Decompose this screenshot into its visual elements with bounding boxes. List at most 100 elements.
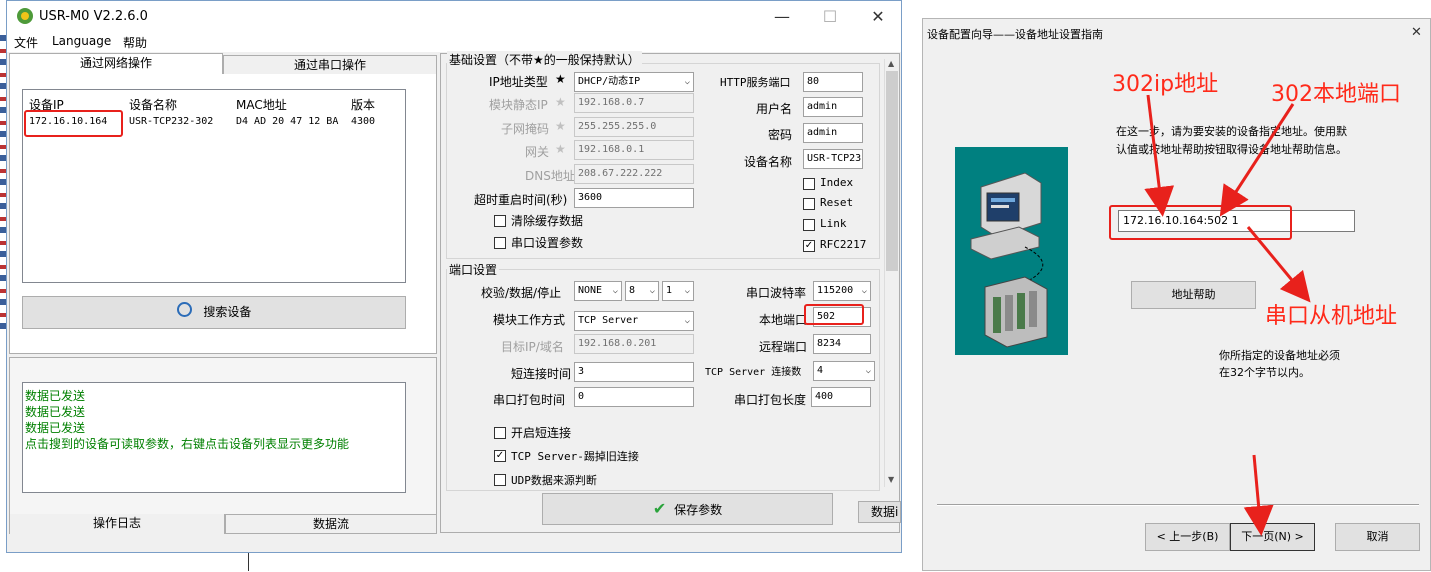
tab-network[interactable]: 通过网络操作 [9, 53, 223, 75]
parity-label: 校验/数据/停止 [481, 286, 562, 300]
short-conn-label: 短连接时间 [511, 367, 572, 381]
timeout-label: 超时重启时间(秒) [474, 193, 568, 207]
clear-cache-label: 清除缓存数据 [511, 214, 584, 228]
cell-mac: D4 AD 20 47 12 BA [236, 116, 339, 127]
device-name-field[interactable]: USR-TCP23 [803, 149, 863, 169]
stopbits-select[interactable]: 1 ⌵ [662, 281, 694, 301]
menu-bar: 文件 Language 帮助 [7, 32, 901, 52]
tab-operation-log[interactable]: 操作日志 [9, 514, 225, 534]
search-button-label: 搜索设备 [203, 305, 252, 319]
log-line: 点击搜到的设备可读取参数，右键点击设备列表显示更多功能 [25, 437, 350, 451]
username-label: 用户名 [756, 102, 793, 116]
scroll-up-icon[interactable]: ▲ [888, 59, 894, 68]
tab-serial[interactable]: 通过串口操作 [223, 55, 437, 75]
conn-count-label: TCP Server 连接数 [705, 367, 802, 378]
col-mac[interactable]: MAC地址 [236, 96, 287, 113]
short-conn-checkbox[interactable] [494, 427, 506, 439]
dns-field[interactable]: 208.67.222.222 [574, 164, 694, 184]
udp-source-checkbox[interactable] [494, 474, 506, 486]
mask-field[interactable]: 255.255.255.0 [574, 117, 694, 137]
check-icon: ✔ [652, 499, 667, 518]
username-field[interactable]: admin [803, 97, 863, 117]
remote-port-field[interactable]: 8234 [813, 334, 871, 354]
scroll-thumb[interactable] [886, 71, 898, 271]
maximize-button[interactable]: ☐ [807, 1, 853, 32]
settings-scrollbar[interactable]: ▲ ▼ [884, 59, 899, 487]
search-icon [176, 302, 192, 317]
col-version[interactable]: 版本 [351, 96, 375, 113]
udp-source-option: UDP数据来源判断 [511, 474, 597, 487]
log-box[interactable]: 数据已发送 数据已发送 数据已发送 点击搜到的设备可读取参数，右键点击设备列表显… [22, 382, 406, 493]
basic-group-title: 基础设置（不带★的一般保持默认） [447, 51, 642, 68]
window-title: USR-M0 V2.2.6.0 [39, 9, 148, 24]
index-checkbox[interactable] [803, 178, 815, 190]
pack-len-field[interactable]: 400 [811, 387, 871, 407]
menu-file[interactable]: 文件 [14, 34, 38, 51]
serial-params-label: 串口设置参数 [511, 236, 584, 250]
parity-select[interactable]: NONE ⌵ [574, 281, 622, 301]
local-port-label: 本地端口 [759, 313, 808, 327]
pack-time-field[interactable]: 0 [574, 387, 694, 407]
required-star: ★ [555, 142, 566, 156]
reset-label: Reset [820, 196, 854, 209]
clear-cache-checkbox[interactable] [494, 215, 506, 227]
baud-select[interactable]: 115200 ⌵ [813, 281, 871, 301]
log-line: 数据已发送 [25, 389, 86, 403]
target-label: 目标IP/域名 [501, 340, 564, 354]
port-group-title: 端口设置 [447, 261, 500, 278]
mask-label: 子网掩码 [501, 122, 550, 136]
databits-select[interactable]: 8 ⌵ [625, 281, 659, 301]
device-name-label: 设备名称 [744, 155, 793, 169]
desktop-strip [0, 35, 6, 335]
app-icon [17, 8, 33, 24]
rfc2217-checkbox[interactable]: ✓ [803, 240, 815, 252]
ip-type-select[interactable]: DHCP/动态IP ⌵ [574, 72, 694, 92]
short-conn-option: 开启短连接 [511, 426, 572, 440]
http-port-field[interactable]: 80 [803, 72, 863, 92]
search-devices-button[interactable]: 搜索设备 [22, 296, 406, 329]
timeout-field[interactable]: 3600 [574, 188, 694, 208]
log-line: 数据已发送 [25, 405, 86, 419]
pack-len-label: 串口打包长度 [734, 393, 807, 407]
col-device-name[interactable]: 设备名称 [129, 96, 177, 113]
short-conn-field[interactable]: 3 [574, 362, 694, 382]
mode-label: 模块工作方式 [493, 313, 566, 327]
log-line: 数据已发送 [25, 421, 86, 435]
link-checkbox[interactable] [803, 219, 815, 231]
mode-select[interactable]: TCP Server ⌵ [574, 311, 694, 331]
save-params-button[interactable]: ✔ 保存参数 [542, 493, 833, 525]
highlight-local-port [804, 304, 864, 325]
target-field[interactable]: 192.168.0.201 [574, 334, 694, 354]
scroll-down-icon[interactable]: ▼ [888, 475, 894, 484]
desktop-line [248, 553, 249, 571]
conn-count-select[interactable]: 4 ⌵ [813, 361, 875, 381]
serial-params-checkbox[interactable] [494, 237, 506, 249]
password-label: 密码 [768, 128, 793, 142]
save-button-label: 保存参数 [674, 503, 723, 517]
index-label: Index [820, 176, 854, 189]
title-bar: USR-M0 V2.2.6.0 — ☐ ✕ [7, 1, 901, 32]
static-ip-label: 模块静态IP [489, 98, 548, 112]
kick-old-checkbox[interactable]: ✓ [494, 450, 506, 462]
highlight-device-ip [24, 110, 123, 137]
required-star: ★ [555, 95, 566, 109]
close-button[interactable]: ✕ [855, 1, 901, 32]
cell-version: 4300 [351, 116, 376, 127]
http-port-label: HTTP服务端口 [720, 76, 791, 89]
static-ip-field[interactable]: 192.168.0.7 [574, 93, 694, 113]
required-star: ★ [555, 72, 566, 86]
menu-help[interactable]: 帮助 [123, 34, 147, 51]
pack-time-label: 串口打包时间 [493, 393, 566, 407]
required-star: ★ [555, 119, 566, 133]
dns-label: DNS地址 [525, 169, 575, 183]
minimize-button[interactable]: — [759, 1, 805, 32]
ip-type-label: IP地址类型 [489, 75, 548, 89]
gateway-field[interactable]: 192.168.0.1 [574, 140, 694, 160]
menu-language[interactable]: Language [52, 34, 111, 48]
baud-label: 串口波特率 [746, 286, 807, 300]
reset-checkbox[interactable] [803, 198, 815, 210]
tab-data-stream[interactable]: 数据流 [225, 514, 437, 534]
password-field[interactable]: admin [803, 123, 863, 143]
data-tab-button[interactable]: 数据i [858, 501, 901, 523]
cell-name: USR-TCP232-302 [129, 116, 214, 127]
